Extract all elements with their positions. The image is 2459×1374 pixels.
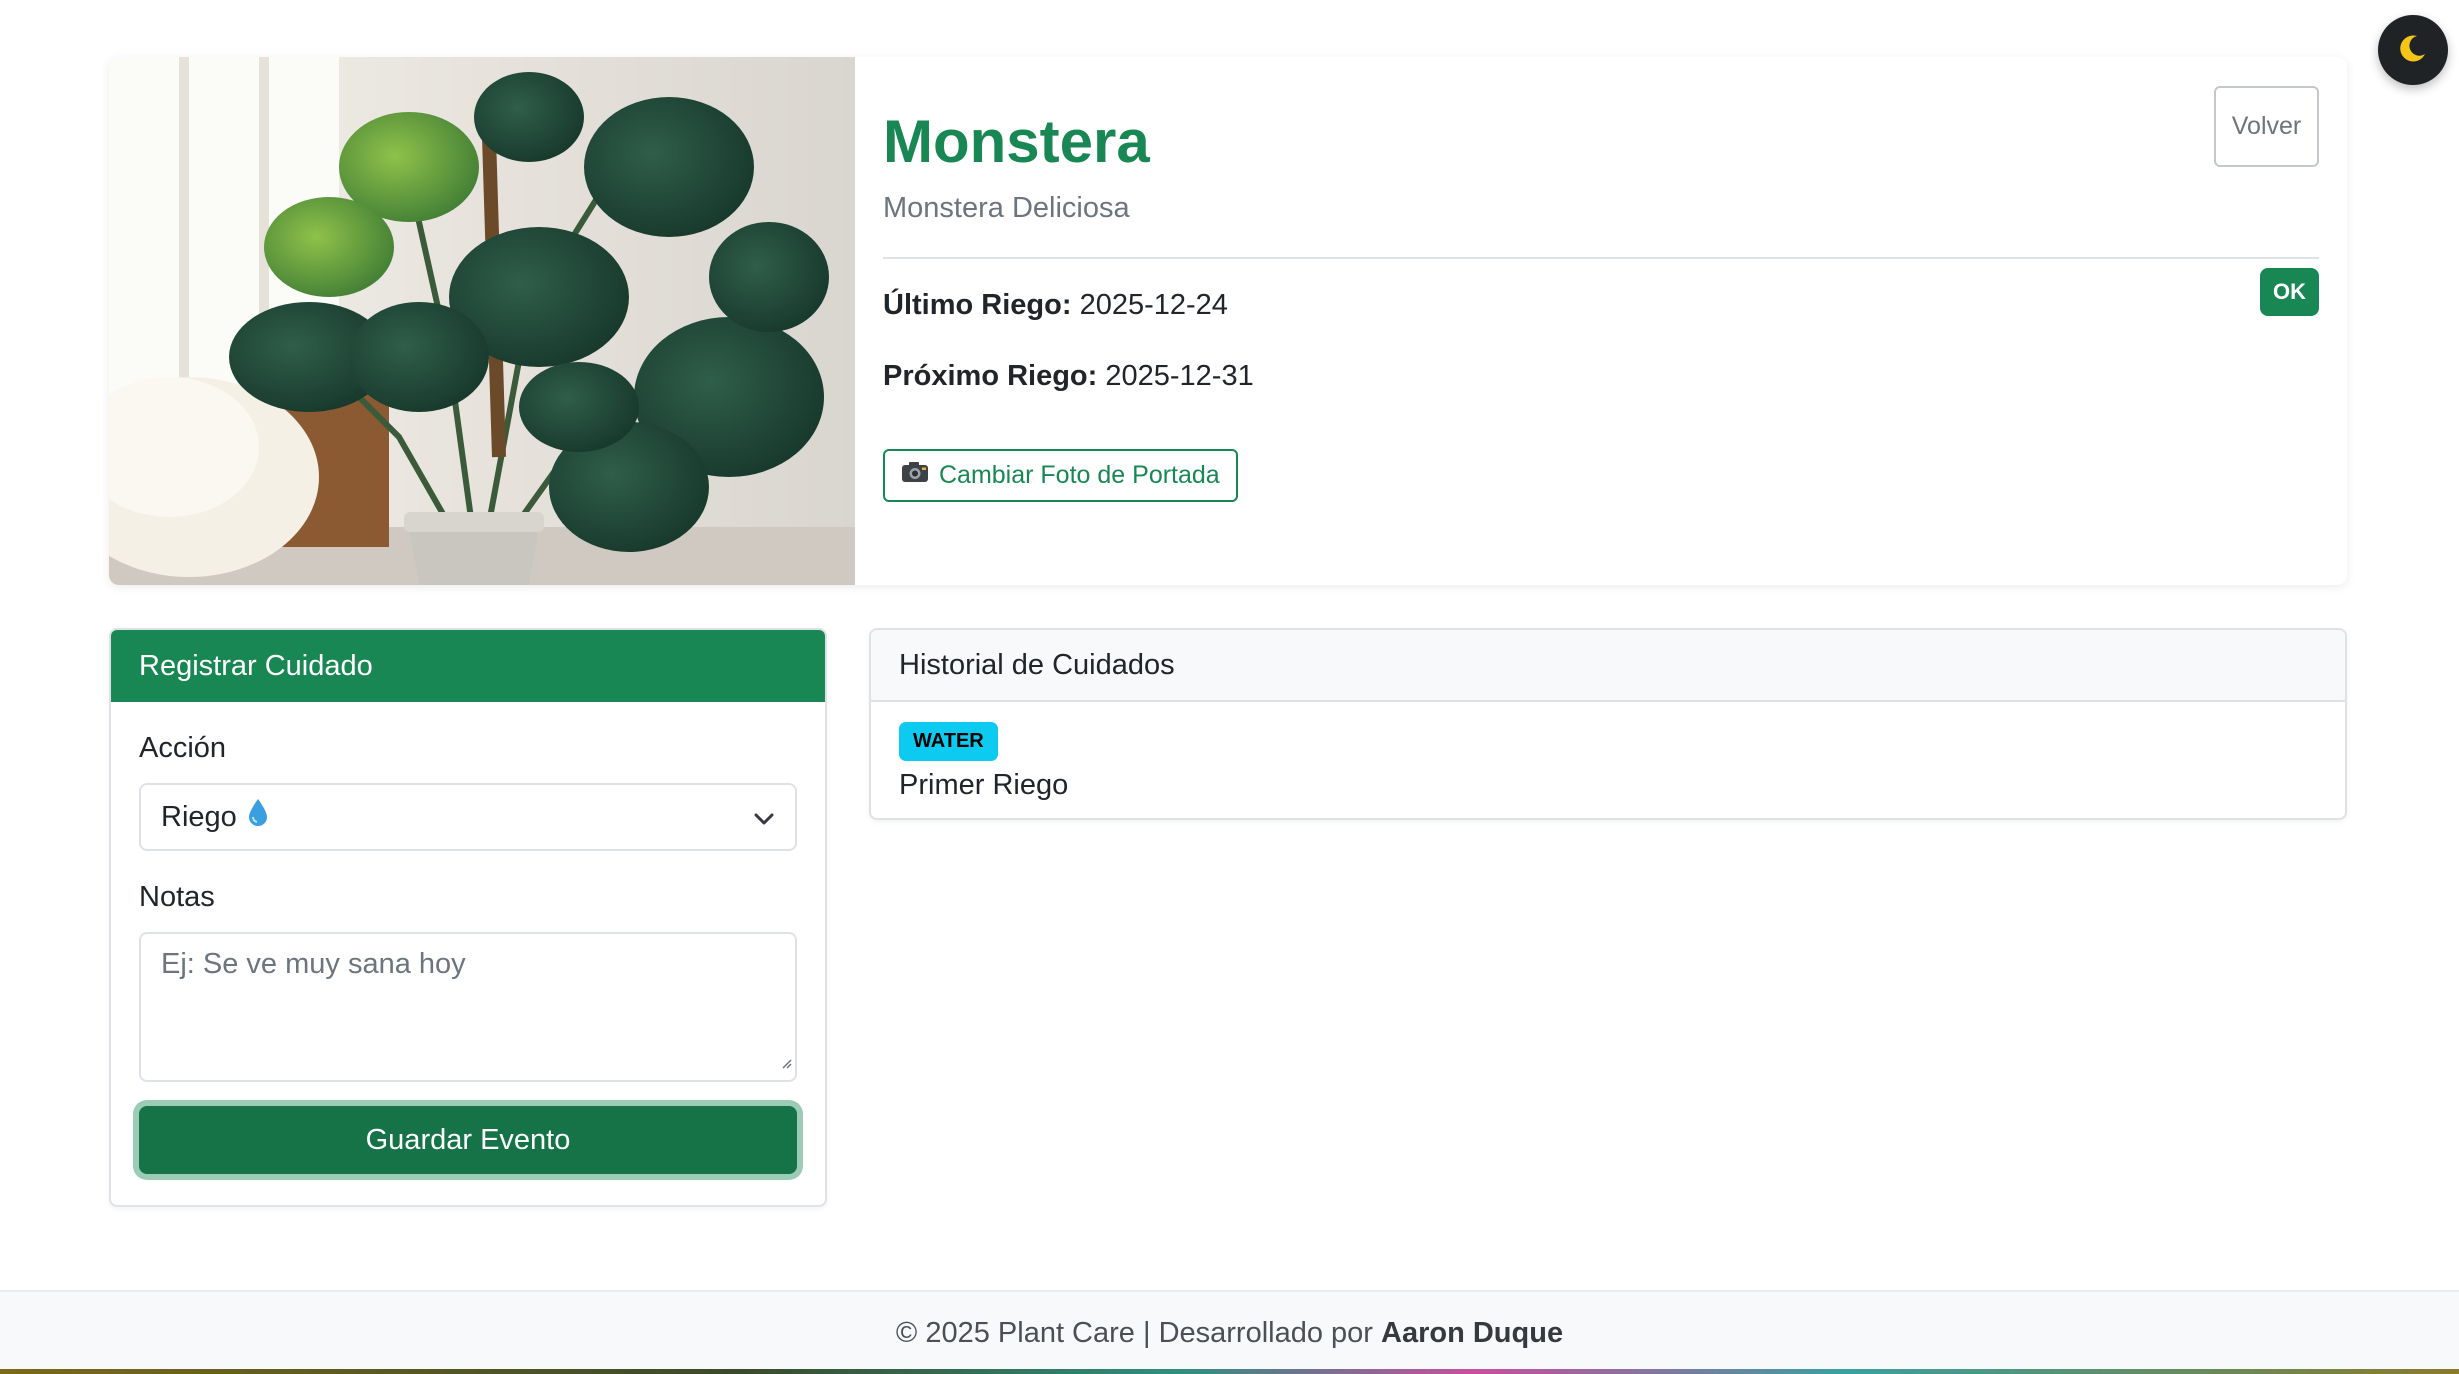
- care-history-card: Historial de Cuidados WATER Primer Riego: [869, 628, 2347, 820]
- footer-strip: [0, 1369, 2459, 1374]
- next-watering-label: Próximo Riego:: [883, 360, 1098, 392]
- notes-placeholder: Ej: Se ve muy sana hoy: [161, 948, 466, 980]
- next-watering-row: Próximo Riego: 2025-12-31: [883, 360, 2319, 393]
- register-care-form: Acción Riego Notas Ej: Se ve muy sana ho…: [111, 702, 825, 1174]
- plant-info: Monstera Monstera Deliciosa Último Riego…: [855, 57, 2347, 585]
- footer-text: © 2025 Plant Care | Desarrollado por: [895, 1316, 1373, 1349]
- care-history-title: Historial de Cuidados: [871, 630, 2345, 702]
- status-badge: OK: [2260, 268, 2319, 316]
- footer-author: Aaron Duque: [1381, 1316, 1564, 1349]
- camera-icon: [901, 461, 929, 490]
- register-care-title: Registrar Cuidado: [111, 630, 825, 702]
- action-select-text: Riego: [161, 800, 237, 833]
- event-type-badge: WATER: [899, 722, 998, 761]
- plant-name: Monstera: [883, 108, 1150, 175]
- water-drop-icon: [247, 798, 269, 836]
- save-event-button[interactable]: Guardar Evento: [139, 1106, 797, 1174]
- chevron-down-icon: [753, 801, 775, 834]
- plant-cover-photo: [109, 57, 855, 585]
- plant-detail-page: Monstera Monstera Deliciosa Último Riego…: [0, 0, 2459, 1374]
- moon-icon: [2397, 32, 2429, 69]
- notes-label: Notas: [139, 881, 215, 913]
- theme-toggle-button[interactable]: [2378, 15, 2448, 85]
- plant-hero-card: Monstera Monstera Deliciosa Último Riego…: [109, 57, 2347, 585]
- event-note: Primer Riego: [899, 769, 1069, 801]
- change-cover-photo-label: Cambiar Foto de Portada: [939, 461, 1220, 489]
- footer: © 2025 Plant Care | Desarrollado por Aar…: [0, 1290, 2459, 1374]
- last-watering-row: Último Riego: 2025-12-24: [883, 289, 2319, 322]
- change-cover-photo-button[interactable]: Cambiar Foto de Portada: [883, 449, 1238, 502]
- action-label: Acción: [139, 732, 227, 764]
- last-watering-value: 2025-12-24: [1079, 289, 1228, 321]
- resize-handle-icon[interactable]: [780, 1044, 792, 1077]
- divider: [883, 257, 2319, 259]
- notes-textarea[interactable]: Ej: Se ve muy sana hoy: [139, 932, 797, 1082]
- action-select[interactable]: Riego: [139, 783, 797, 851]
- action-select-value: Riego: [161, 798, 269, 836]
- history-item: WATER Primer Riego: [871, 702, 2345, 802]
- last-watering-label: Último Riego:: [883, 289, 1072, 321]
- next-watering-value: 2025-12-31: [1105, 360, 1254, 392]
- plant-scientific-name: Monstera Deliciosa: [883, 192, 1130, 224]
- back-button[interactable]: Volver: [2214, 86, 2319, 167]
- register-care-card: Registrar Cuidado Acción Riego Notas Ej:…: [109, 628, 827, 1207]
